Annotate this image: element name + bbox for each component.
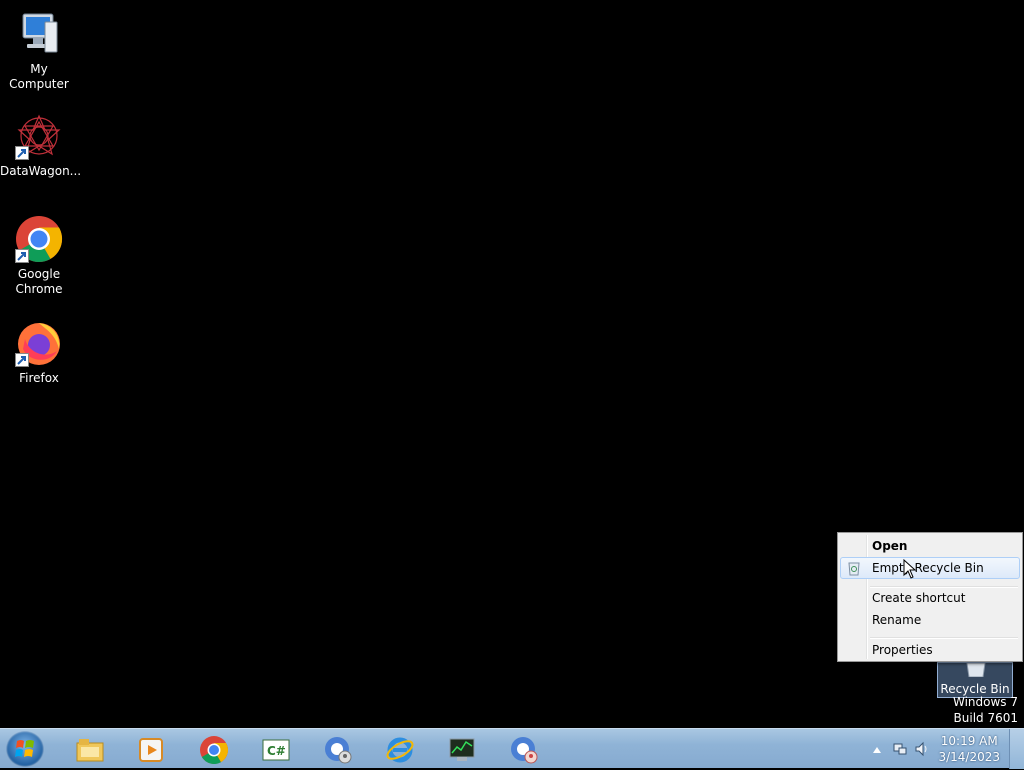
- taskbar-media-player[interactable]: [124, 731, 178, 767]
- menu-item-rename[interactable]: Rename: [840, 609, 1020, 631]
- menu-item-open[interactable]: Open: [840, 535, 1020, 557]
- taskbar-csharp-editor[interactable]: C#: [248, 731, 302, 767]
- menu-item-properties[interactable]: Properties: [840, 639, 1020, 661]
- menu-item-label: Empty Recycle Bin: [872, 561, 984, 575]
- shortcut-arrow-icon: [15, 249, 29, 263]
- csharp-editor-icon: C#: [261, 735, 291, 765]
- clock-time: 10:19 AM: [940, 734, 998, 748]
- context-menu: Open Empty Recycle Bin Create shortcut R…: [837, 532, 1023, 662]
- watermark-os-name: Windows 7: [952, 695, 1018, 709]
- taskbar-chrome-profile[interactable]: [310, 731, 364, 767]
- chrome-user-profile-icon: [323, 735, 353, 765]
- chrome-user-profile-2-icon: [509, 735, 539, 765]
- recycle-bin-icon: [846, 560, 862, 576]
- taskbar-chrome-profile-2[interactable]: [496, 731, 550, 767]
- menu-item-create-shortcut[interactable]: Create shortcut: [840, 587, 1020, 609]
- desktop-icon-recycle-bin[interactable]: Recycle Bin: [937, 662, 1013, 698]
- notification-area: 10:19 AM 3/14/2023: [864, 729, 1024, 769]
- show-hidden-icons-icon[interactable]: [872, 743, 888, 759]
- desktop-icon-label: DataWagon...: [0, 164, 82, 178]
- taskbar-file-explorer[interactable]: [62, 731, 116, 767]
- desktop-icon-firefox[interactable]: Firefox: [0, 319, 78, 386]
- desktop-icon-google-chrome[interactable]: Google Chrome: [0, 215, 78, 297]
- firefox-icon: [15, 319, 63, 367]
- menu-item-empty-recycle-bin[interactable]: Empty Recycle Bin: [840, 557, 1020, 579]
- taskbar-clock[interactable]: 10:19 AM 3/14/2023: [938, 733, 1000, 765]
- volume-icon[interactable]: [914, 741, 930, 757]
- clock-date: 3/14/2023: [938, 750, 1000, 764]
- start-button[interactable]: [6, 731, 44, 767]
- taskbar-chrome[interactable]: [186, 731, 240, 767]
- taskbar-internet-explorer[interactable]: [372, 731, 426, 767]
- datawagon-icon: [15, 112, 63, 160]
- taskbar: C# 10:19 AM 3/14/2023: [0, 728, 1024, 769]
- desktop-icon-label: Firefox: [19, 371, 59, 385]
- show-desktop-button[interactable]: [1009, 729, 1024, 769]
- task-manager-icon: [447, 735, 477, 765]
- chrome-icon: [199, 735, 229, 765]
- svg-text:C#: C#: [267, 744, 286, 758]
- chrome-icon: [15, 215, 63, 263]
- shortcut-arrow-icon: [15, 146, 29, 160]
- recycle-bin-icon: [964, 662, 988, 680]
- file-explorer-icon: [75, 735, 105, 765]
- network-icon[interactable]: [892, 741, 908, 757]
- desktop-icon-my-computer[interactable]: My Computer: [0, 10, 78, 92]
- computer-icon: [15, 10, 63, 58]
- mouse-cursor-icon: [903, 558, 917, 582]
- windows-logo-icon: [15, 740, 34, 757]
- desktop-icon-label: My Computer: [9, 62, 69, 91]
- shortcut-arrow-icon: [15, 353, 29, 367]
- windows-watermark: Windows 7 Build 7601: [953, 694, 1018, 726]
- taskbar-task-manager[interactable]: [434, 731, 488, 767]
- desktop-icon-datawagon[interactable]: DataWagon...: [0, 112, 82, 179]
- media-player-icon: [137, 735, 167, 765]
- desktop-icon-label: Google Chrome: [15, 267, 63, 296]
- watermark-build: Build 7601: [953, 711, 1018, 725]
- internet-explorer-icon: [385, 735, 415, 765]
